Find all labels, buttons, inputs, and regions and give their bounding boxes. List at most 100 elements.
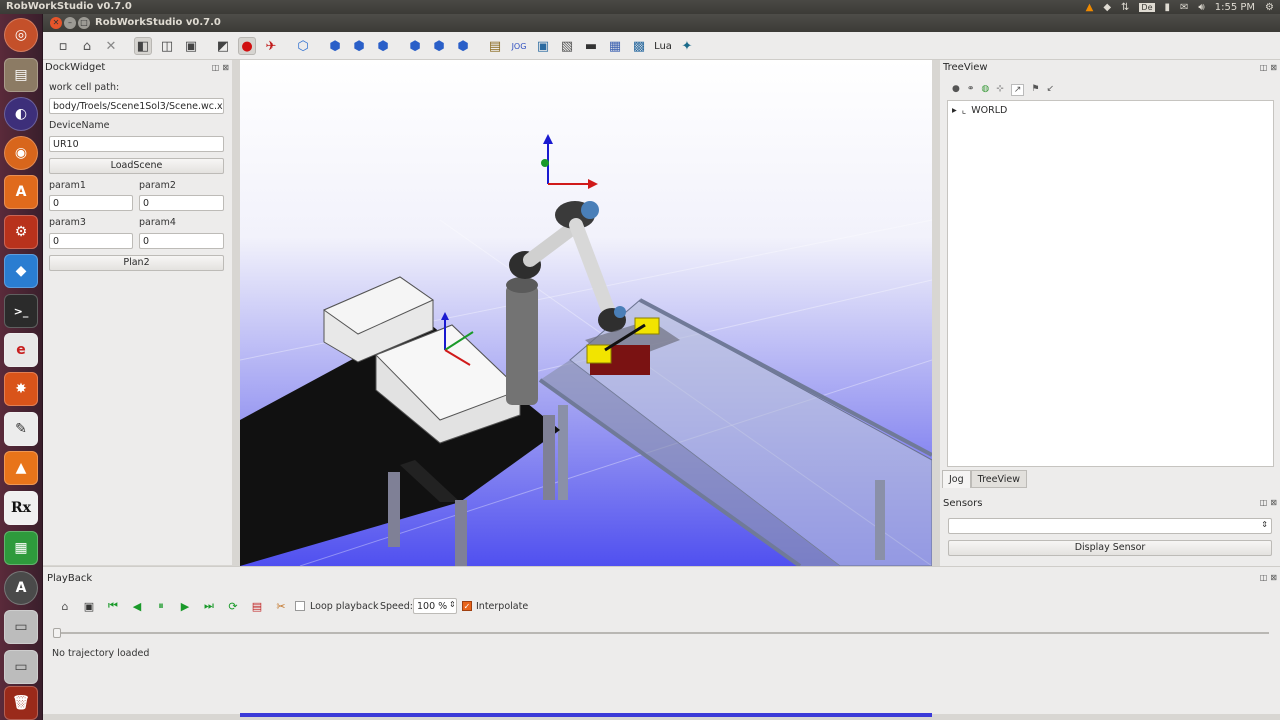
close-icon[interactable]: ⊠ bbox=[1270, 573, 1277, 582]
flag-icon[interactable]: ⚑ bbox=[1031, 84, 1039, 96]
new-icon[interactable]: ▫ bbox=[54, 37, 72, 55]
view-cube-bottom-icon[interactable]: ⬢ bbox=[454, 37, 472, 55]
terminal-icon[interactable]: >_ bbox=[4, 294, 38, 328]
mail-icon[interactable]: ✉ bbox=[1180, 2, 1188, 13]
settings-icon[interactable]: ⚙ bbox=[4, 215, 38, 249]
collapse-icon[interactable]: ● bbox=[952, 84, 960, 96]
close-icon[interactable]: ⊠ bbox=[1270, 498, 1277, 507]
tree-list[interactable]: ▸ ⌞ WORLD bbox=[947, 100, 1274, 467]
eclipse-icon[interactable]: ◐ bbox=[4, 97, 38, 131]
open-icon[interactable]: ⌂ bbox=[78, 37, 96, 55]
wire-view-icon[interactable]: ◫ bbox=[158, 37, 176, 55]
images-icon[interactable]: ▩ bbox=[630, 37, 648, 55]
reverse-play-icon[interactable]: ◀ bbox=[129, 598, 145, 614]
planning-icon[interactable]: ▧ bbox=[558, 37, 576, 55]
volume-icon[interactable]: 🔊︎ bbox=[1198, 2, 1204, 13]
sphere-icon[interactable]: ◍ bbox=[981, 84, 989, 96]
trash-icon[interactable]: 🗑︎ bbox=[4, 686, 38, 720]
frame-icon[interactable]: ◩ bbox=[214, 37, 232, 55]
text-editor-icon[interactable]: ✎ bbox=[4, 412, 38, 446]
drive-icon[interactable]: ▭ bbox=[4, 610, 38, 644]
pause-icon[interactable]: ⏸ bbox=[153, 598, 169, 614]
float-icon[interactable]: ◫ bbox=[1260, 573, 1268, 582]
open-trajectory-icon[interactable]: ⌂ bbox=[57, 598, 73, 614]
dropbox-tray-icon[interactable]: ◆ bbox=[1103, 2, 1111, 13]
param3-field[interactable]: 0 bbox=[49, 233, 133, 249]
tab-jog[interactable]: Jog bbox=[942, 470, 971, 488]
sensor-select[interactable]: ⇕ bbox=[948, 518, 1272, 534]
network-icon[interactable]: ⇅ bbox=[1121, 2, 1129, 13]
firefox-icon[interactable]: ◉ bbox=[4, 136, 38, 170]
pdf-icon[interactable]: e bbox=[4, 333, 38, 367]
plugin-icon[interactable]: ✦ bbox=[678, 37, 696, 55]
first-frame-icon[interactable]: ⏮ bbox=[105, 598, 121, 614]
expand-arrow-icon[interactable]: ▸ bbox=[952, 105, 957, 116]
refresh-icon[interactable]: ⟳ bbox=[225, 598, 241, 614]
view-cube-iso-icon[interactable]: ⬡ bbox=[294, 37, 312, 55]
close-icon[interactable]: ⊠ bbox=[222, 63, 229, 72]
software-center-icon[interactable]: A bbox=[4, 175, 38, 209]
float-icon[interactable]: ◫ bbox=[1260, 498, 1268, 507]
gear-icon[interactable]: ⚙ bbox=[1265, 2, 1274, 13]
tree-item-world[interactable]: ▸ ⌞ WORLD bbox=[952, 105, 1007, 116]
load-scene-button[interactable]: LoadScene bbox=[49, 158, 224, 174]
battery-icon[interactable]: ▮ bbox=[1165, 2, 1171, 13]
timeline-slider-handle[interactable] bbox=[53, 628, 61, 638]
close-scene-icon[interactable]: ✕ bbox=[102, 37, 120, 55]
frames-icon[interactable]: ⚭ bbox=[967, 84, 975, 96]
jog-icon[interactable]: JOG bbox=[510, 37, 528, 55]
device-name-field[interactable]: UR10 bbox=[49, 136, 224, 152]
play-icon[interactable]: ▶ bbox=[177, 598, 193, 614]
select-icon[interactable]: ↗ bbox=[1010, 84, 1025, 96]
transform-icon[interactable]: ↙ bbox=[1046, 84, 1054, 96]
dropbox-icon[interactable]: ◆ bbox=[4, 254, 38, 288]
workcell-path-field[interactable]: body/Troels/Scene1Sol3/Scene.wc.xml bbox=[49, 98, 224, 114]
param4-field[interactable]: 0 bbox=[139, 233, 224, 249]
view-cube-left-icon[interactable]: ⬢ bbox=[374, 37, 392, 55]
display-sensor-button[interactable]: Display Sensor bbox=[948, 540, 1272, 556]
last-frame-icon[interactable]: ⏭ bbox=[201, 598, 217, 614]
chevron-updown-icon[interactable]: ⇕ bbox=[449, 600, 456, 609]
view-cube-top-icon[interactable]: ⬢ bbox=[430, 37, 448, 55]
maximize-window-button[interactable]: □ bbox=[78, 17, 90, 29]
rx-icon[interactable]: Rx bbox=[4, 491, 38, 525]
view-cube-right-icon[interactable]: ⬢ bbox=[406, 37, 424, 55]
workcell-editor-icon[interactable]: ▦ bbox=[606, 37, 624, 55]
close-window-button[interactable]: ✕ bbox=[50, 17, 62, 29]
minimize-window-button[interactable]: – bbox=[64, 17, 76, 29]
vlc-icon[interactable]: ▲ bbox=[4, 451, 38, 485]
float-icon[interactable]: ◫ bbox=[212, 63, 220, 72]
view-cube-front-icon[interactable]: ⬢ bbox=[326, 37, 344, 55]
inkscape-icon[interactable]: ✸ bbox=[4, 372, 38, 406]
updater-icon[interactable]: A bbox=[4, 571, 38, 605]
interpolate-checkbox[interactable]: ✓ bbox=[462, 601, 472, 611]
outline-view-icon[interactable]: ▣ bbox=[182, 37, 200, 55]
record-icon[interactable]: ● bbox=[238, 37, 256, 55]
files-icon[interactable]: ▤ bbox=[4, 58, 38, 92]
float-icon[interactable]: ◫ bbox=[1260, 63, 1268, 72]
tools-icon[interactable]: ✂ bbox=[273, 598, 289, 614]
param1-field[interactable]: 0 bbox=[49, 195, 133, 211]
clock[interactable]: 1:55 PM bbox=[1215, 2, 1255, 13]
properties-icon[interactable]: ▣ bbox=[534, 37, 552, 55]
save-icon[interactable]: ▣ bbox=[81, 598, 97, 614]
log-icon[interactable]: ▤ bbox=[486, 37, 504, 55]
tab-treeview[interactable]: TreeView bbox=[970, 470, 1027, 488]
drive-icon[interactable]: ▭ bbox=[4, 650, 38, 684]
scene-viewport[interactable] bbox=[240, 60, 932, 566]
spreadsheet-icon[interactable]: ▦ bbox=[4, 531, 38, 565]
plan2-button[interactable]: Plan2 bbox=[49, 255, 224, 271]
loop-playback-checkbox[interactable] bbox=[295, 601, 305, 611]
ubuntu-logo-icon[interactable]: ◎ bbox=[4, 18, 38, 52]
record-video-icon[interactable]: ▤ bbox=[249, 598, 265, 614]
solid-view-icon[interactable]: ◧ bbox=[134, 37, 152, 55]
axis-icon[interactable]: ⊹ bbox=[996, 84, 1004, 96]
keyboard-layout-icon[interactable]: De bbox=[1139, 2, 1155, 12]
lua-button[interactable]: Lua bbox=[652, 37, 674, 55]
param2-field[interactable]: 0 bbox=[139, 195, 224, 211]
timeline-slider-track[interactable] bbox=[55, 632, 1269, 634]
close-icon[interactable]: ⊠ bbox=[1270, 63, 1277, 72]
sensor-icon[interactable]: ▬ bbox=[582, 37, 600, 55]
view-cube-back-icon[interactable]: ⬢ bbox=[350, 37, 368, 55]
vlc-tray-icon[interactable]: ▲ bbox=[1086, 2, 1094, 13]
